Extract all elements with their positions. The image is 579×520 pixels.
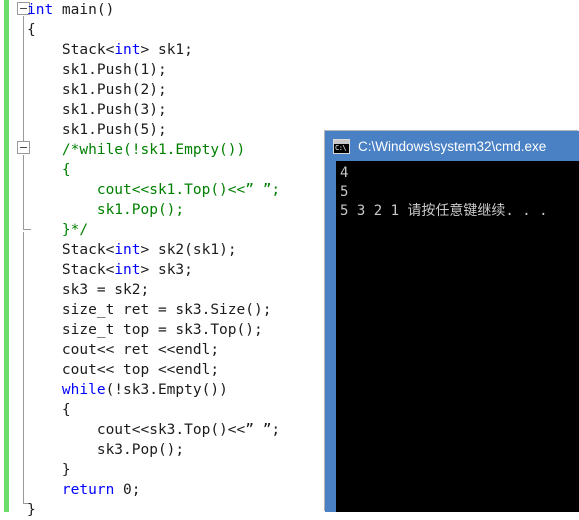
code-token: cout<<sk3.Top()<<” ”;: [27, 422, 281, 438]
console-output-area[interactable]: 4 5 5 3 2 1 请按任意键继续. . .: [336, 161, 579, 512]
code-token: sk3 = sk2;: [27, 282, 150, 298]
code-token: }*/: [27, 222, 89, 238]
code-token: Stack<: [27, 42, 115, 58]
code-token: (!sk3.Empty()): [105, 382, 228, 398]
code-token: sk1.Pop();: [27, 202, 185, 218]
code-token: size_t ret = sk3.Size();: [27, 302, 272, 318]
code-token: size_t top = sk3.Top();: [27, 322, 263, 338]
code-token: sk1.Push(5);: [27, 122, 167, 138]
code-token: sk3.Pop();: [27, 442, 185, 458]
code-token: int: [114, 42, 141, 58]
code-token: int: [27, 2, 54, 18]
code-token: int: [114, 242, 141, 258]
code-token: cout<< top <<endl;: [27, 362, 220, 378]
code-token: cout<< ret <<endl;: [27, 342, 220, 358]
code-token: while: [61, 382, 106, 398]
code-token: sk1.Push(1);: [27, 62, 167, 78]
code-token: {: [27, 162, 71, 178]
code-token: {: [27, 402, 71, 418]
code-line: int main(): [27, 0, 579, 20]
console-window-icon: C:\: [333, 138, 350, 154]
code-token: > sk3;: [140, 262, 193, 278]
cmd-console-window[interactable]: C:\ C:\Windows\system32\cmd.exe 4 5 5 3 …: [325, 131, 579, 512]
code-line: sk1.Push(1);: [27, 60, 579, 80]
code-token: /*while(!sk1.Empty()): [27, 142, 246, 158]
code-token: main(): [53, 2, 115, 18]
code-token: int: [114, 262, 141, 278]
code-token: 0;: [114, 482, 141, 498]
code-token: return: [61, 482, 115, 498]
code-token: sk1.Push(2);: [27, 82, 167, 98]
console-output-text: 4 5 5 3 2 1 请按任意键继续. . .: [340, 165, 548, 219]
code-token: > sk1;: [140, 42, 193, 58]
code-token: }: [27, 462, 71, 478]
code-token: cout<<sk1.Top()<<” ”;: [27, 182, 281, 198]
change-tracking-bar: [4, 0, 9, 512]
console-icon-prompt-text: C:\: [335, 143, 347, 152]
code-line: sk1.Push(3);: [27, 100, 579, 120]
fold-guide-comment-block: [23, 155, 24, 230]
code-token: sk1.Push(3);: [27, 102, 167, 118]
code-token: Stack<: [27, 262, 115, 278]
console-title: C:\Windows\system32\cmd.exe: [358, 138, 547, 154]
fold-guide-main-lower: [23, 232, 24, 504]
code-line: Stack<int> sk1;: [27, 40, 579, 60]
code-token: {: [27, 22, 36, 38]
fold-guide-main: [23, 16, 24, 144]
code-token: }: [27, 502, 36, 518]
code-token: Stack<: [27, 242, 115, 258]
console-titlebar[interactable]: C:\ C:\Windows\system32\cmd.exe: [325, 131, 579, 161]
code-token: > sk2(sk1);: [140, 242, 237, 258]
code-line: sk1.Push(2);: [27, 80, 579, 100]
code-line: {: [27, 20, 579, 40]
